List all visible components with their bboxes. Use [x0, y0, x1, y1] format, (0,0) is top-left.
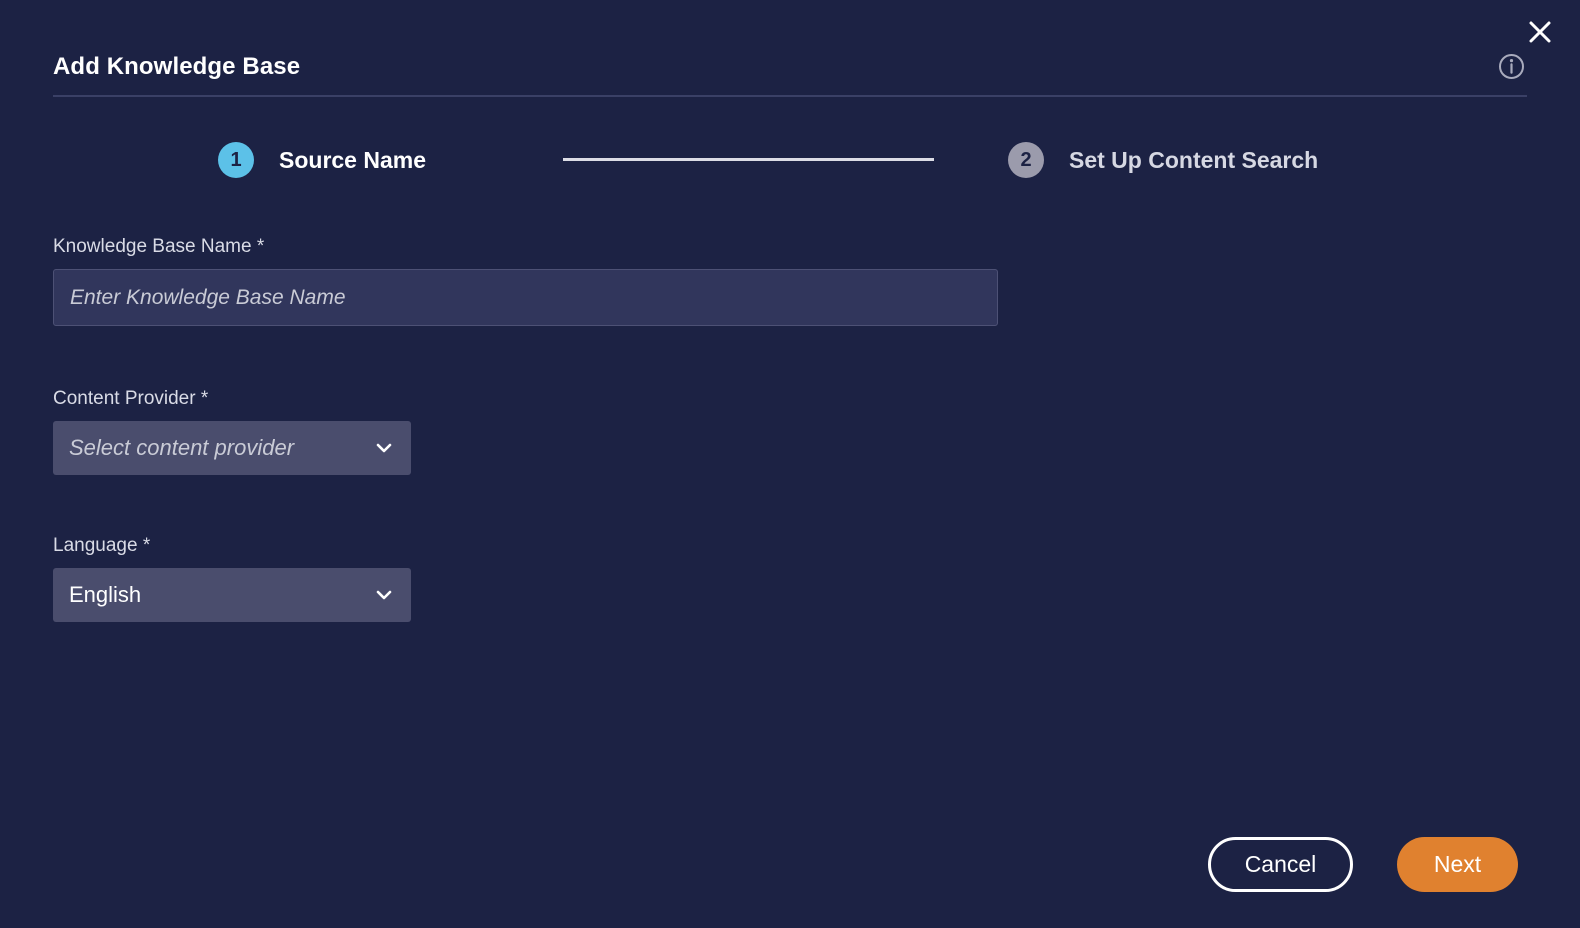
language-select[interactable]: English	[53, 568, 411, 622]
step-set-up-content-search[interactable]: 2 Set Up Content Search	[1008, 135, 1318, 185]
page-title: Add Knowledge Base	[53, 53, 301, 80]
knowledge-base-name-input[interactable]	[53, 269, 998, 326]
content-provider-label: Content Provider *	[53, 388, 209, 409]
content-provider-select[interactable]: Select content provider	[53, 421, 411, 475]
close-icon	[1527, 19, 1553, 45]
step-connector-line	[563, 158, 934, 161]
field-content-provider: Content Provider * Select content provid…	[53, 387, 1053, 475]
knowledge-base-name-label: Knowledge Base Name *	[53, 236, 265, 257]
cancel-button[interactable]: Cancel	[1208, 837, 1353, 892]
step-1-number: 1	[218, 142, 254, 178]
content-provider-value: Select content provider	[69, 435, 295, 460]
header-divider	[53, 95, 1527, 97]
dialog-footer: Cancel Next	[1208, 837, 1518, 892]
field-language: Language * English	[53, 534, 1053, 622]
close-dialog-button[interactable]	[1522, 14, 1558, 50]
language-label: Language *	[53, 535, 151, 556]
language-value: English	[69, 582, 142, 607]
chevron-down-icon	[373, 437, 395, 459]
step-1-label: Source Name	[279, 146, 427, 173]
step-source-name[interactable]: 1 Source Name	[218, 135, 426, 185]
source-name-form: Knowledge Base Name * Content Provider *…	[53, 235, 1053, 622]
chevron-down-icon	[373, 584, 395, 606]
wizard-stepper: 1 Source Name 2 Set Up Content Search	[53, 135, 1527, 185]
step-2-number: 2	[1008, 142, 1044, 178]
info-icon[interactable]	[1497, 52, 1525, 80]
field-knowledge-base-name: Knowledge Base Name *	[53, 235, 1053, 326]
next-button[interactable]: Next	[1397, 837, 1518, 892]
step-2-label: Set Up Content Search	[1069, 146, 1319, 173]
